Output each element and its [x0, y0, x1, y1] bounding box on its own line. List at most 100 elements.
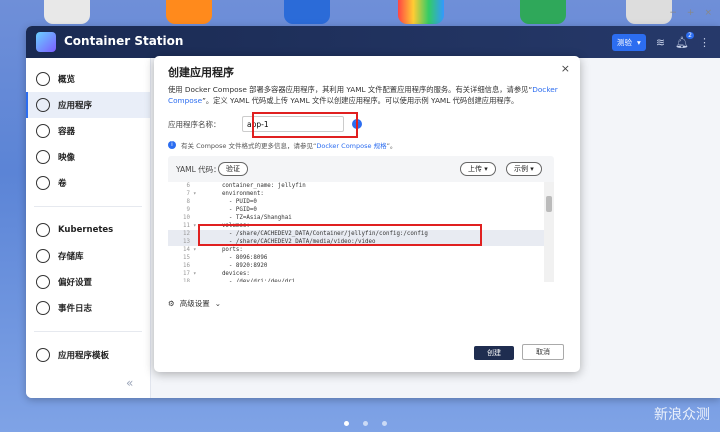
sidebar-item[interactable]: 偏好设置 — [26, 269, 150, 295]
container-icon — [36, 124, 50, 138]
close-icon[interactable]: × — [561, 62, 570, 75]
sidebar-item[interactable]: 应用程序模板 — [26, 342, 150, 368]
code-text: - 8096:8096 — [201, 255, 268, 261]
fold-icon[interactable] — [193, 214, 201, 222]
code-text: environment: — [201, 191, 264, 197]
beta-button[interactable]: 测验 ▾ — [612, 33, 646, 51]
fold-icon[interactable] — [193, 182, 201, 190]
sidebar-item[interactable]: 卷 — [26, 170, 150, 196]
sidebar-item-label: Kubernetes — [58, 225, 114, 235]
compose-info: i 有关 Compose 文件格式的更多信息，请参见“ Docker Compos… — [168, 140, 396, 150]
line-number: 14 — [183, 247, 190, 253]
create-button[interactable]: 创建 — [474, 346, 514, 360]
sidebar-item[interactable]: 映像 — [26, 144, 150, 170]
backup-app-icon[interactable] — [284, 0, 330, 24]
fold-icon[interactable] — [193, 262, 201, 270]
code-line: 10 - TZ=Asia/Shanghai — [168, 214, 544, 222]
line-number: 18 — [183, 279, 190, 282]
minimize-icon[interactable]: − — [669, 8, 677, 18]
sidebar-item[interactable]: 概览 — [26, 66, 150, 92]
more-menu-icon[interactable]: ⋮ — [699, 36, 710, 49]
line-number: 10 — [183, 215, 190, 221]
code-text: - PUID=0 — [201, 199, 257, 205]
sidebar-item-label: 映像 — [58, 153, 76, 163]
line-number: 17 — [183, 271, 190, 277]
fold-icon[interactable] — [193, 206, 201, 214]
advanced-settings-toggle[interactable]: ⚙ 高级设置 ⌄ — [168, 298, 221, 309]
database-icon — [36, 176, 50, 190]
highlight-box — [252, 112, 358, 138]
code-text: - PGID=0 — [201, 207, 257, 213]
bell-icon[interactable]: 🔔︎ 2 — [675, 31, 694, 49]
verify-button[interactable]: 验证 — [218, 162, 248, 176]
sidebar-item[interactable]: 事件日志 — [26, 295, 150, 321]
notification-badge: 2 — [686, 31, 694, 39]
chevron-down-icon: ▾ — [637, 37, 641, 47]
gear-icon: ⚙ — [168, 299, 175, 308]
line-number: 12 — [183, 231, 190, 237]
dialog-title: 创建应用程序 — [168, 66, 234, 79]
maximize-icon[interactable]: + — [687, 8, 695, 18]
page-dot[interactable] — [344, 421, 349, 426]
apps-icon — [36, 98, 50, 112]
upload-button[interactable]: 上传 ▾ — [460, 162, 496, 176]
fold-icon[interactable] — [193, 198, 201, 206]
sidebar-item[interactable]: 应用程序 — [26, 92, 150, 118]
code-line: 18 - /dev/dri:/dev/dri — [168, 278, 544, 282]
fold-icon[interactable]: ▾ — [193, 190, 201, 198]
code-text: - 8920:8920 — [201, 263, 268, 269]
info-icon: i — [168, 141, 176, 149]
template-icon — [36, 348, 50, 362]
title-bar: Container Station 测验 ▾ ≋ 🔔︎ 2 ⋮ — [26, 26, 720, 58]
code-text: - TZ=Asia/Shanghai — [201, 215, 292, 221]
line-number: 6 — [186, 183, 191, 189]
editor-scrollbar[interactable] — [544, 182, 554, 282]
fold-icon[interactable]: ▾ — [193, 246, 201, 254]
other-app-icon[interactable] — [626, 0, 672, 24]
settings-app-icon[interactable] — [44, 0, 90, 24]
close-window-icon[interactable]: × — [704, 8, 712, 18]
fold-icon[interactable] — [193, 278, 201, 282]
line-number: 9 — [186, 207, 191, 213]
repository-icon — [36, 249, 50, 263]
app-center-icon[interactable] — [398, 0, 444, 24]
sidebar-item[interactable]: 容器 — [26, 118, 150, 144]
line-number: 7 — [186, 191, 191, 197]
sidebar-item-label: 偏好设置 — [58, 278, 93, 288]
code-line: 16 - 8920:8920 — [168, 262, 544, 270]
hybrid-app-icon[interactable] — [520, 0, 566, 24]
create-app-dialog: 创建应用程序 × 使用 Docker Compose 部署多容器应用程序，其利用… — [154, 56, 580, 372]
compose-spec-link[interactable]: Docker Compose 规格 — [316, 140, 386, 150]
cancel-button[interactable]: 取消 — [522, 344, 564, 360]
page-dot[interactable] — [382, 421, 387, 426]
code-line: 17 ▾ devices: — [168, 270, 544, 278]
fold-icon[interactable]: ▾ — [193, 270, 201, 278]
collapse-sidebar-icon[interactable]: « — [126, 376, 133, 390]
gear-icon — [36, 275, 50, 289]
sidebar-item-label: 存储库 — [58, 252, 84, 262]
code-line: 15 - 8096:8096 — [168, 254, 544, 262]
yaml-panel: YAML 代码： 验证 上传 ▾ 示例 ▾ 6 container_name: … — [168, 156, 554, 282]
container-station-logo-icon — [36, 32, 56, 52]
code-line: 9 - PGID=0 — [168, 206, 544, 214]
intro-text: 使用 Docker Compose 部署多容器应用程序，其利用 YAML 文件配… — [168, 85, 558, 105]
sidebar-item[interactable]: Kubernetes — [26, 217, 150, 243]
sidebar-item[interactable]: 存储库 — [26, 243, 150, 269]
code-text: devices: — [201, 271, 250, 277]
sidebar-item-label: 应用程序模板 — [58, 351, 110, 361]
kubernetes-icon — [36, 223, 50, 237]
page-dot[interactable] — [363, 421, 368, 426]
sidebar-divider — [34, 206, 142, 207]
stack-icon[interactable]: ≋ — [656, 36, 665, 49]
yaml-label: YAML 代码： — [176, 165, 221, 174]
highlight-box — [198, 224, 482, 246]
fold-icon[interactable] — [193, 254, 201, 262]
sidebar-divider — [34, 331, 142, 332]
file-station-app-icon[interactable] — [166, 0, 212, 24]
line-number: 15 — [183, 255, 190, 261]
line-number: 11 — [183, 223, 190, 229]
layers-icon — [36, 150, 50, 164]
example-button[interactable]: 示例 ▾ — [506, 162, 542, 176]
line-number: 16 — [183, 263, 190, 269]
scrollbar-thumb[interactable] — [546, 196, 552, 212]
